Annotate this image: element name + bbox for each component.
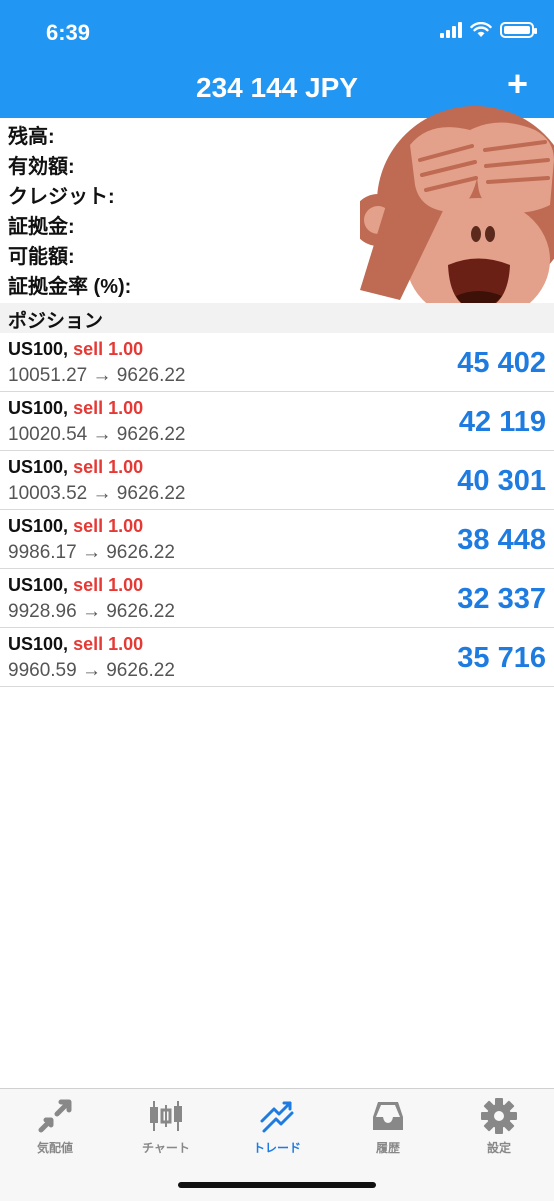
tab-quotes[interactable]: 気配値 bbox=[0, 1097, 110, 1156]
position-side: sell 1.00 bbox=[73, 575, 144, 595]
see-no-evil-monkey-emoji bbox=[360, 106, 554, 322]
quotes-icon bbox=[38, 1099, 72, 1133]
position-symbol: US100, bbox=[8, 575, 69, 595]
account-summary: 残高: 有効額: クレジット: 証拠金: 可能額: 証拠金率 (%): bbox=[8, 122, 131, 302]
settings-icon bbox=[481, 1098, 517, 1134]
position-row[interactable]: US100, sell 1.00 10003.52 → 9626.22 40 3… bbox=[0, 451, 554, 510]
wifi-icon bbox=[470, 22, 492, 37]
position-symbol: US100, bbox=[8, 398, 69, 418]
position-symbol: US100, bbox=[8, 457, 69, 477]
position-side: sell 1.00 bbox=[73, 457, 144, 477]
tab-history[interactable]: 履歴 bbox=[333, 1097, 443, 1156]
tab-label: 気配値 bbox=[36, 1141, 73, 1155]
position-prices: 10051.27 → 9626.22 bbox=[8, 365, 186, 386]
equity-label: 有効額: bbox=[8, 156, 75, 178]
chart-icon bbox=[150, 1101, 182, 1131]
tab-label: 履歴 bbox=[375, 1141, 400, 1155]
position-row[interactable]: US100, sell 1.00 10051.27 → 9626.22 45 4… bbox=[0, 333, 554, 392]
position-prices: 9960.59 → 9626.22 bbox=[8, 660, 175, 681]
home-indicator[interactable] bbox=[178, 1182, 376, 1188]
position-profit: 38 448 bbox=[457, 524, 546, 556]
section-title: ポジション bbox=[8, 311, 104, 332]
position-profit: 32 337 bbox=[457, 583, 546, 615]
position-symbol: US100, bbox=[8, 339, 69, 359]
position-side: sell 1.00 bbox=[73, 634, 144, 654]
position-row[interactable]: US100, sell 1.00 9960.59 → 9626.22 35 71… bbox=[0, 628, 554, 687]
trade-icon bbox=[260, 1101, 294, 1133]
position-profit: 45 402 bbox=[457, 347, 546, 379]
tab-settings[interactable]: 設定 bbox=[444, 1097, 554, 1156]
position-profit: 42 119 bbox=[458, 406, 546, 438]
tab-trade[interactable]: トレード bbox=[222, 1097, 332, 1156]
position-prices: 9928.96 → 9626.22 bbox=[8, 601, 175, 622]
position-side: sell 1.00 bbox=[73, 339, 144, 359]
position-prices: 10020.54 → 9626.22 bbox=[8, 424, 186, 445]
tab-label: チャート bbox=[142, 1141, 190, 1155]
position-symbol: US100, bbox=[8, 634, 69, 654]
position-row[interactable]: US100, sell 1.00 9928.96 → 9626.22 32 33… bbox=[0, 569, 554, 628]
signal-icon bbox=[440, 22, 462, 38]
position-symbol: US100, bbox=[8, 516, 69, 536]
positions-list: US100, sell 1.00 10051.27 → 9626.22 45 4… bbox=[0, 333, 554, 687]
credit-label: クレジット: bbox=[8, 186, 115, 208]
position-prices: 9986.17 → 9626.22 bbox=[8, 542, 175, 563]
free-margin-label: 可能額: bbox=[8, 246, 75, 268]
position-side: sell 1.00 bbox=[73, 516, 144, 536]
positions-header: ポジション bbox=[0, 303, 554, 333]
position-row[interactable]: US100, sell 1.00 9986.17 → 9626.22 38 44… bbox=[0, 510, 554, 569]
status-time: 6:39 bbox=[46, 20, 91, 45]
tab-chart[interactable]: チャート bbox=[111, 1097, 221, 1156]
status-icons bbox=[440, 22, 537, 38]
balance-label: 残高: bbox=[8, 126, 55, 148]
margin-level-label: 証拠金率 (%): bbox=[8, 276, 132, 298]
position-profit: 35 716 bbox=[457, 642, 546, 674]
history-icon bbox=[373, 1102, 403, 1130]
position-side: sell 1.00 bbox=[73, 398, 144, 418]
position-profit: 40 301 bbox=[457, 465, 546, 497]
margin-label: 証拠金: bbox=[8, 216, 75, 238]
tab-label: トレード bbox=[252, 1141, 301, 1155]
position-row[interactable]: US100, sell 1.00 10020.54 → 9626.22 42 1… bbox=[0, 392, 554, 451]
position-prices: 10003.52 → 9626.22 bbox=[8, 483, 186, 504]
battery-icon bbox=[500, 22, 537, 38]
tab-label: 設定 bbox=[486, 1141, 511, 1155]
